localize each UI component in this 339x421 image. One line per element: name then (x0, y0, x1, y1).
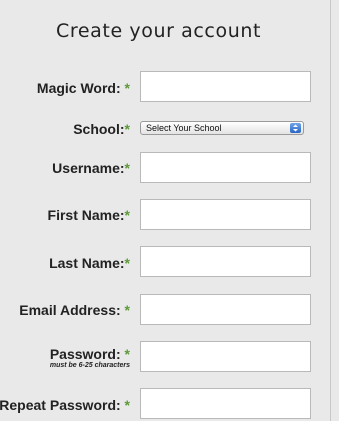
first-name-input[interactable] (140, 199, 311, 230)
required-marker: * (124, 121, 130, 137)
email-address-label: Email Address: * (19, 302, 130, 318)
school-label: School:* (73, 121, 130, 137)
required-marker: * (124, 302, 130, 318)
magic-word-label: Magic Word: * (36, 80, 130, 96)
last-name-input[interactable] (140, 246, 311, 277)
create-account-form: Create your account Magic Word: * School… (0, 0, 331, 421)
repeat-password-label: Repeat Password: * (0, 397, 130, 413)
select-arrows-icon (290, 123, 301, 133)
email-address-input[interactable] (140, 294, 311, 325)
last-name-label: Last Name:* (49, 255, 130, 271)
username-label: Username:* (52, 160, 130, 176)
password-input[interactable] (140, 341, 311, 372)
required-marker: * (124, 346, 130, 362)
first-name-label: First Name:* (47, 207, 130, 223)
required-marker: * (124, 80, 130, 96)
required-marker: * (124, 207, 130, 223)
repeat-password-input[interactable] (140, 388, 311, 419)
page-title: Create your account (56, 20, 262, 42)
school-select[interactable]: Select Your School (140, 121, 304, 135)
required-marker: * (124, 160, 130, 176)
password-hint: must be 6-25 characters (49, 362, 130, 369)
username-input[interactable] (140, 152, 311, 183)
magic-word-input[interactable] (140, 71, 311, 102)
school-select-value: Select Your School (146, 123, 222, 133)
required-marker: * (124, 397, 130, 413)
required-marker: * (124, 255, 130, 271)
password-label: Password: * (49, 346, 130, 362)
